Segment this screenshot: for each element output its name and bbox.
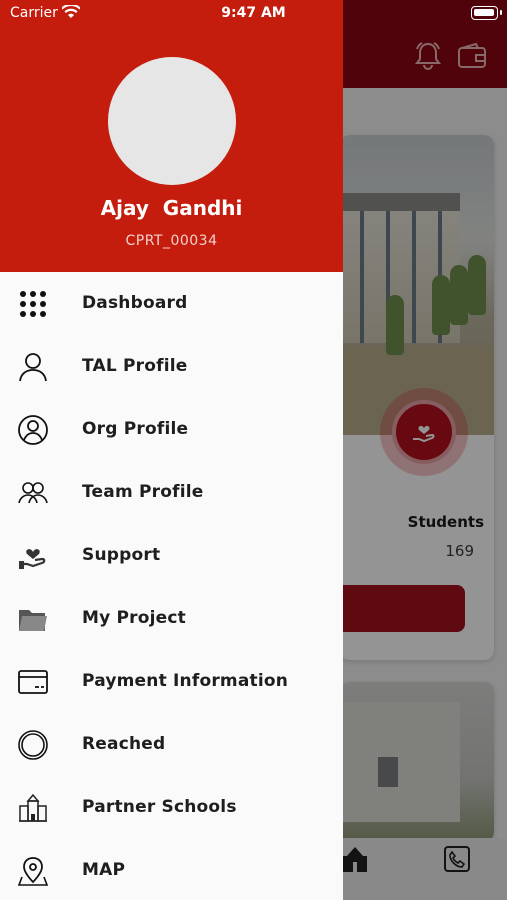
menu-item-org-profile[interactable]: Org Profile (0, 398, 343, 461)
card-icon (18, 670, 48, 694)
circle-icon (18, 730, 48, 760)
menu-item-partner-schools[interactable]: Partner Schools (0, 776, 343, 839)
menu-label: Team Profile (82, 482, 204, 502)
menu-label: Partner Schools (82, 797, 237, 817)
menu-label: Support (82, 545, 161, 565)
user-icon (19, 353, 47, 382)
folder-icon (19, 610, 47, 631)
status-time: 9:47 AM (221, 5, 286, 21)
menu-item-payment-information[interactable]: Payment Information (0, 650, 343, 713)
menu-label: MAP (82, 860, 126, 880)
status-bar: Carrier 9:47 AM (0, 0, 507, 28)
menu-item-my-project[interactable]: My Project (0, 587, 343, 650)
menu-label: Org Profile (82, 419, 189, 439)
drawer-menu: Dashboard TAL Profile Org Profile Team P… (0, 272, 343, 900)
drawer-header: Ajay Gandhi CPRT_00034 (0, 0, 343, 272)
navigation-drawer: Ajay Gandhi CPRT_00034 Dashboard TAL Pro… (0, 0, 343, 900)
user-circle-icon (18, 415, 48, 445)
menu-item-dashboard[interactable]: Dashboard (0, 272, 343, 335)
battery-icon (471, 6, 502, 20)
menu-item-reached[interactable]: Reached (0, 713, 343, 776)
school-icon (19, 793, 47, 822)
menu-label: TAL Profile (82, 356, 188, 376)
menu-label: Dashboard (82, 293, 188, 313)
menu-item-map[interactable]: MAP (0, 839, 343, 900)
team-icon (18, 482, 48, 504)
menu-item-tal-profile[interactable]: TAL Profile (0, 335, 343, 398)
avatar[interactable] (108, 57, 236, 185)
menu-label: Payment Information (82, 671, 289, 691)
hand-heart-icon (19, 549, 46, 569)
user-name: Ajay Gandhi (100, 196, 243, 220)
user-id: CPRT_00034 (125, 233, 218, 249)
grid-icon (20, 291, 46, 317)
menu-item-support[interactable]: Support (0, 524, 343, 587)
menu-item-team-profile[interactable]: Team Profile (0, 461, 343, 524)
map-pin-icon (17, 857, 49, 886)
menu-label: My Project (82, 608, 186, 628)
menu-label: Reached (82, 734, 166, 754)
